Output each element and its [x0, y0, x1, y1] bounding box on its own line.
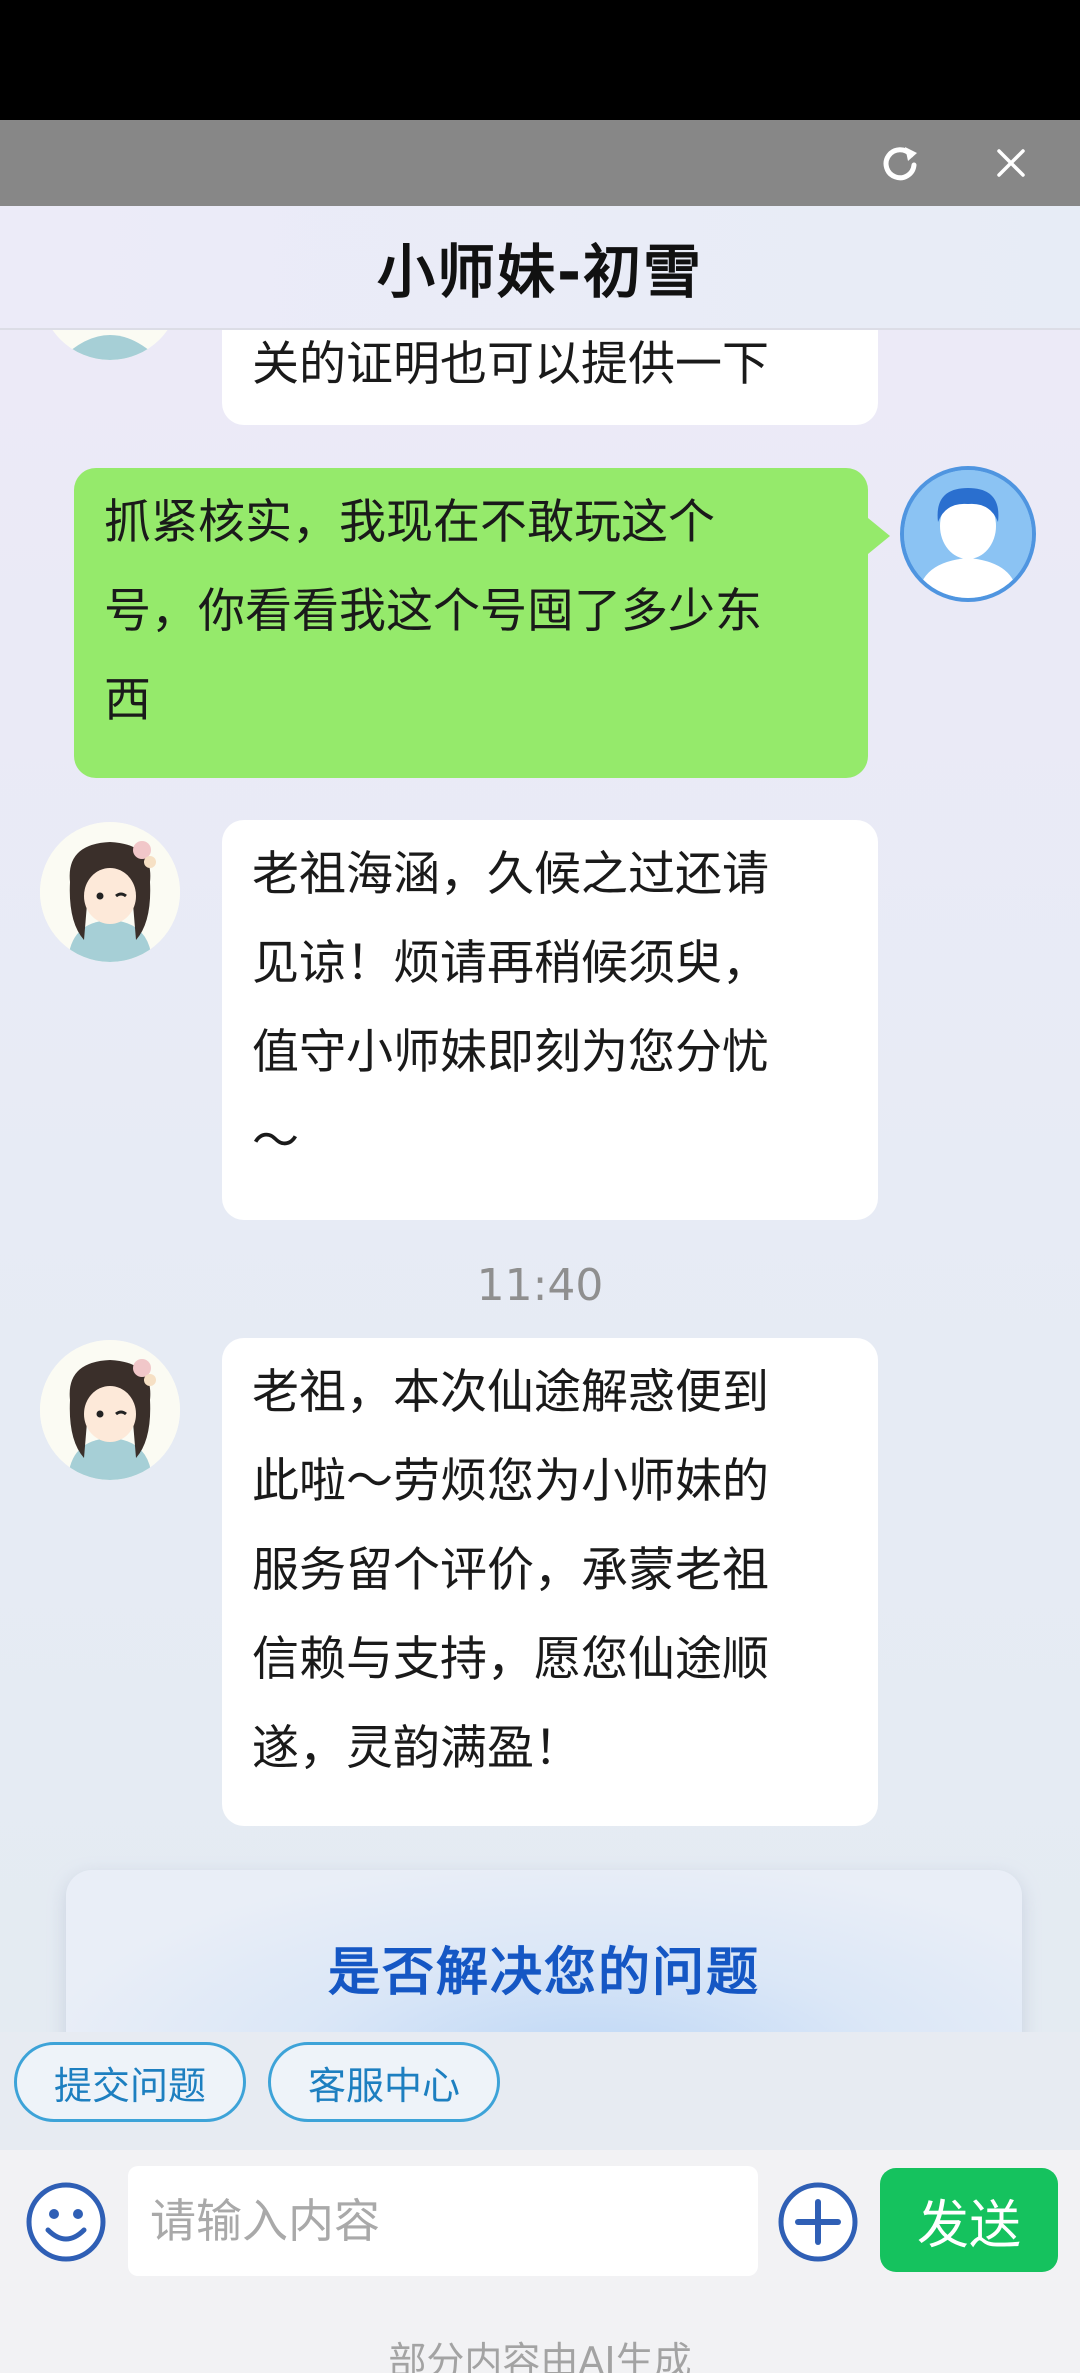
message-line: 此啦～劳烦您为小师妹的 — [252, 1454, 769, 1509]
ai-disclaimer: 部分内容由AI生成 — [388, 2339, 692, 2373]
chat-header: 小师妹-初雪 — [0, 206, 1080, 330]
page-title: 小师妹-初雪 — [376, 238, 704, 306]
message-line: 老祖，本次仙途解惑便到 — [252, 1365, 769, 1420]
message-line: 号，你看看我这个号囤了多少东 — [104, 584, 762, 639]
message-list[interactable]: 关的证明也可以提供一下 抓紧核实，我现在不敢玩这个 号，你看看我这个号囤了多少东… — [0, 330, 1080, 2032]
resolution-feedback-card: 是否解决您的问题 — [66, 1870, 1022, 2032]
composer: 发送 部分内容由AI生成 — [0, 2150, 1080, 2373]
message-line: 值守小师妹即刻为您分忧 — [252, 1025, 769, 1080]
webview-top-bar — [0, 120, 1080, 206]
message-line: 信赖与支持，愿您仙途顺 — [252, 1632, 769, 1687]
bot-message-bubble: 关的证明也可以提供一下 — [222, 330, 878, 425]
message-line: 见谅！烦请再稍候须臾， — [252, 936, 769, 991]
service-center-button[interactable]: 客服中心 — [268, 2042, 500, 2122]
quick-actions-bar: 提交问题 客服中心 — [0, 2032, 1080, 2150]
message-line: 老祖海涵，久候之过还请 — [252, 847, 769, 902]
message-line: 关的证明也可以提供一下 — [252, 337, 769, 392]
bot-message-bubble: 老祖海涵，久候之过还请 见谅！烦请再稍候须臾， 值守小师妹即刻为您分忧 ～ — [222, 820, 878, 1220]
message-line: ～ — [252, 1114, 299, 1169]
resolution-card-title: 是否解决您的问题 — [327, 1943, 760, 2003]
bot-avatar[interactable] — [40, 330, 180, 360]
emoji-icon[interactable] — [24, 2180, 108, 2264]
bot-avatar[interactable] — [40, 1340, 180, 1480]
message-line: 遂，灵韵满盈！ — [252, 1721, 581, 1776]
bubble-tail — [868, 518, 890, 554]
status-bar — [0, 0, 1080, 120]
plus-circle-icon[interactable] — [776, 2180, 860, 2264]
bot-message-bubble: 老祖，本次仙途解惑便到 此啦～劳烦您为小师妹的 服务留个评价，承蒙老祖 信赖与支… — [222, 1338, 878, 1826]
submit-question-button[interactable]: 提交问题 — [14, 2042, 246, 2122]
bot-avatar[interactable] — [40, 822, 180, 962]
message-line: 抓紧核实，我现在不敢玩这个 — [104, 495, 715, 550]
close-icon[interactable] — [982, 134, 1040, 192]
message-line: 西 — [104, 673, 151, 728]
user-avatar[interactable] — [900, 466, 1036, 602]
message-input[interactable] — [128, 2166, 758, 2276]
refresh-icon[interactable] — [871, 134, 929, 192]
user-message-bubble: 抓紧核实，我现在不敢玩这个 号，你看看我这个号囤了多少东 西 — [74, 468, 868, 778]
send-button[interactable]: 发送 — [880, 2168, 1058, 2272]
message-line: 服务留个评价，承蒙老祖 — [252, 1543, 769, 1598]
message-timestamp: 11:40 — [476, 1260, 604, 1311]
